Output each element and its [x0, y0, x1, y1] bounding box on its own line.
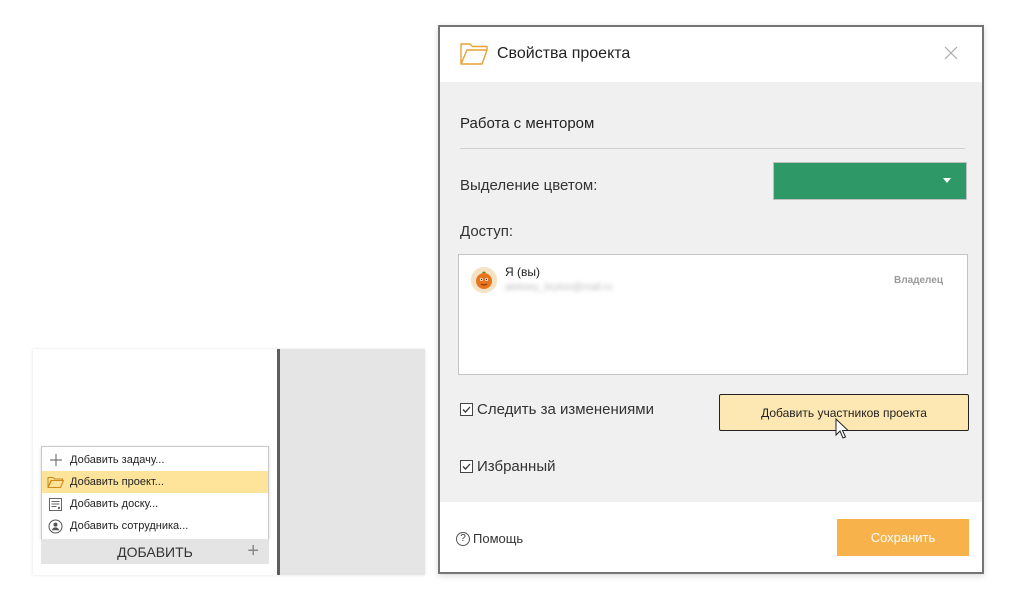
save-label: Сохранить: [870, 530, 936, 545]
menu-item-add-employee[interactable]: Добавить сотрудника...: [42, 515, 268, 537]
help-label: Помощь: [473, 531, 524, 546]
member-row[interactable]: Я (вы) aleksey_bryton@mail.ru Владелец: [467, 263, 959, 299]
chevron-down-icon: [943, 178, 951, 183]
board-column-area: [280, 349, 425, 575]
member-email: aleksey_bryton@mail.ru: [505, 282, 613, 293]
menu-item-label: Добавить доску...: [70, 498, 159, 510]
checkbox-icon: [460, 460, 473, 473]
member-role: Владелец: [894, 275, 943, 286]
project-name-field[interactable]: Работа с ментором: [460, 115, 965, 149]
menu-item-label: Добавить проект...: [70, 476, 164, 488]
favorite-label: Избранный: [477, 458, 556, 475]
add-button-label: ДОБАВИТЬ: [117, 543, 193, 560]
menu-item-add-board[interactable]: Добавить доску...: [42, 493, 268, 515]
checkbox-icon: [460, 403, 473, 416]
add-menu: Добавить задачу... Добавить проект... До…: [41, 446, 269, 540]
avatar: [471, 267, 497, 293]
favorite-checkbox[interactable]: Избранный: [460, 458, 556, 475]
dialog-footer: ? Помощь Сохранить: [440, 502, 982, 572]
board-panel: Добавить задачу... Добавить проект... До…: [33, 349, 425, 575]
folder-icon: [459, 41, 489, 72]
plus-icon: +: [247, 540, 259, 562]
color-select[interactable]: [773, 162, 967, 200]
help-icon: ?: [456, 531, 470, 546]
follow-changes-checkbox[interactable]: Следить за изменениями: [460, 401, 654, 418]
folder-icon: [47, 474, 64, 491]
access-label: Доступ:: [460, 223, 513, 240]
dialog-header: Свойства проекта: [440, 27, 982, 82]
follow-changes-label: Следить за изменениями: [477, 401, 654, 418]
member-name: Я (вы): [505, 265, 540, 279]
menu-item-add-project[interactable]: Добавить проект...: [42, 471, 268, 493]
menu-item-label: Добавить задачу...: [70, 454, 165, 466]
color-label: Выделение цветом:: [460, 177, 598, 194]
menu-item-label: Добавить сотрудника...: [70, 520, 189, 532]
add-button[interactable]: ДОБАВИТЬ +: [41, 539, 269, 564]
board-icon: [47, 496, 64, 513]
menu-item-add-task[interactable]: Добавить задачу...: [42, 449, 268, 471]
project-properties-dialog: Свойства проекта Работа с ментором Выдел…: [438, 25, 984, 574]
save-button[interactable]: Сохранить: [837, 519, 969, 556]
dialog-title: Свойства проекта: [497, 45, 631, 62]
close-icon[interactable]: [942, 44, 960, 62]
person-icon: [47, 518, 64, 535]
help-link[interactable]: ? Помощь: [456, 531, 523, 546]
access-list: Я (вы) aleksey_bryton@mail.ru Владелец: [458, 254, 968, 375]
dialog-body: Работа с ментором Выделение цветом: Дост…: [440, 82, 982, 502]
plus-icon: [47, 452, 64, 469]
mouse-cursor-icon: [835, 417, 853, 445]
